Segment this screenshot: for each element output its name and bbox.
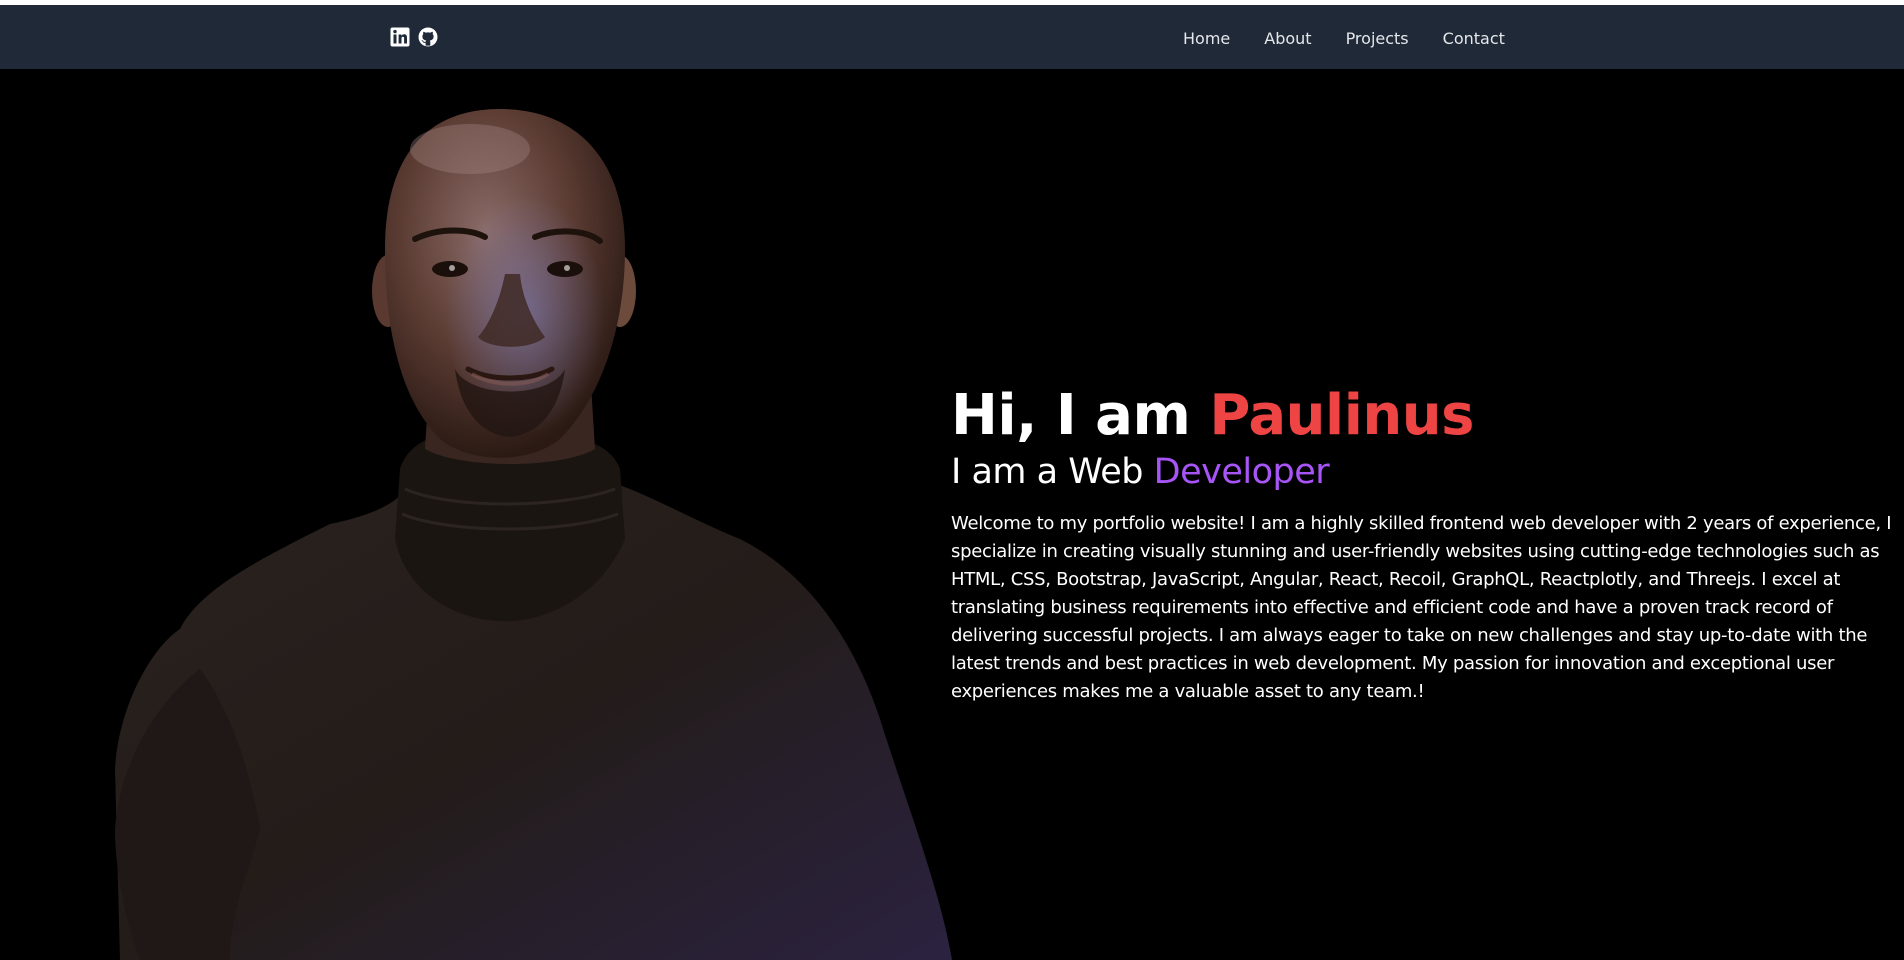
navbar: Home About Projects Contact xyxy=(0,5,1904,69)
role-prefix: I am a Web xyxy=(951,452,1154,492)
hero-name: Paulinus xyxy=(1209,383,1474,448)
hero-text: Hi, I am Paulinus I am a Web Developer W… xyxy=(951,384,1901,706)
nav-links: Home About Projects Contact xyxy=(1183,29,1539,48)
nav-link-home[interactable]: Home xyxy=(1183,29,1230,48)
linkedin-icon[interactable] xyxy=(390,27,410,47)
nav-link-projects[interactable]: Projects xyxy=(1346,29,1409,48)
role-highlight: Developer xyxy=(1153,452,1330,492)
hero-role: I am a Web Developer xyxy=(951,450,1901,494)
hero-bio: Welcome to my portfolio website! I am a … xyxy=(951,513,1892,702)
social-links xyxy=(390,27,438,47)
hero-section: Hi, I am Paulinus I am a Web Developer W… xyxy=(0,69,1904,960)
github-icon[interactable] xyxy=(418,27,438,47)
nav-link-about[interactable]: About xyxy=(1264,29,1311,48)
greeting-prefix: Hi, I am xyxy=(951,383,1210,448)
nav-link-contact[interactable]: Contact xyxy=(1443,29,1505,48)
hero-greeting: Hi, I am Paulinus xyxy=(951,384,1901,448)
profile-photo xyxy=(115,109,952,960)
